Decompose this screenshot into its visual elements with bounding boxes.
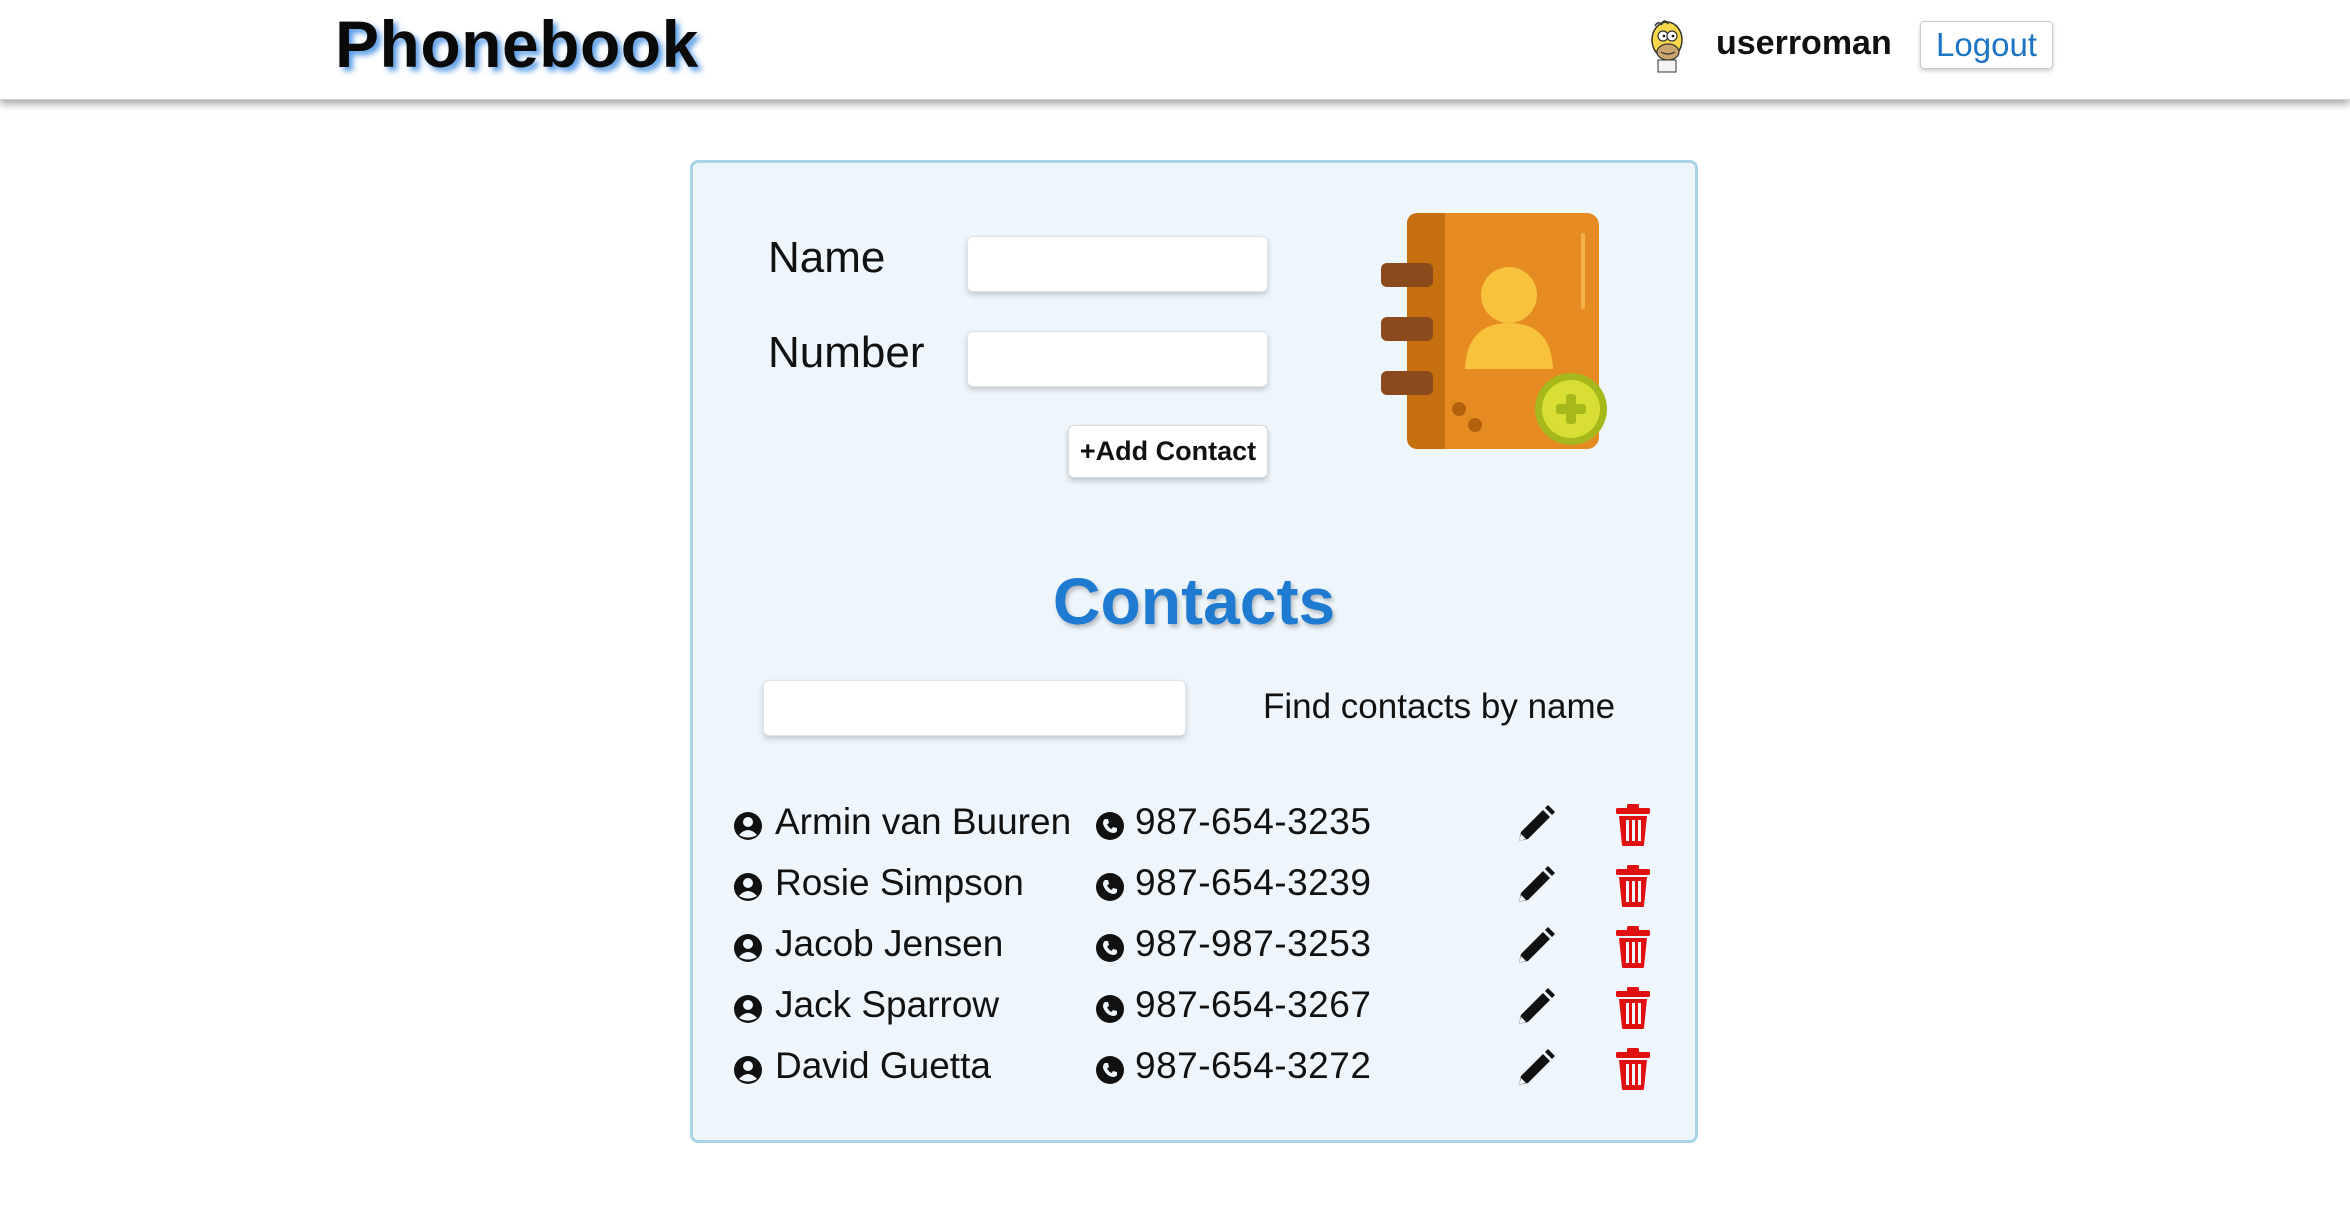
contact-row: Jack Sparrow 987-654-3267 [693,982,1695,1042]
name-label: Name [768,233,886,282]
pencil-edit-icon[interactable] [1513,1047,1557,1091]
contact-number: 987-654-3267 [1135,984,1372,1025]
filter-input[interactable] [763,680,1186,736]
contact-name: Armin van Buuren [775,801,1072,842]
homer-avatar-icon [1651,20,1683,73]
trash-delete-icon[interactable] [1615,864,1651,908]
contact-row: Armin van Buuren 987-654-3235 [693,799,1695,859]
filter-label: Find contacts by name [1263,687,1616,726]
pencil-edit-icon[interactable] [1513,986,1557,1030]
pencil-edit-icon[interactable] [1513,864,1557,908]
contacts-heading: Contacts [1052,564,1336,638]
phonebook-card: Name Number +Add Contact Contacts Find c… [690,160,1698,1143]
number-label: Number [768,328,925,377]
trash-delete-icon[interactable] [1615,925,1651,969]
trash-delete-icon[interactable] [1615,803,1651,847]
user-circle-icon [734,995,762,1023]
contact-name: Jacob Jensen [775,923,1004,964]
contact-name: Rosie Simpson [775,862,1024,903]
contact-number: 987-654-3235 [1135,801,1372,842]
phone-icon [1096,995,1124,1023]
pencil-edit-icon[interactable] [1513,803,1557,847]
app-header: Phonebook userroman Logout [0,0,2350,100]
trash-delete-icon[interactable] [1615,1047,1651,1091]
contact-name: David Guetta [775,1045,991,1086]
phone-icon [1096,934,1124,962]
contact-number: 987-654-3239 [1135,862,1372,903]
user-circle-icon [734,934,762,962]
address-book-add-icon [1381,213,1607,449]
name-input[interactable] [967,236,1268,292]
pencil-edit-icon[interactable] [1513,925,1557,969]
app-brand-title: Phonebook [335,7,699,81]
contact-number: 987-654-3272 [1135,1045,1372,1086]
username: userroman [1716,24,1892,62]
trash-delete-icon[interactable] [1615,986,1651,1030]
user-circle-icon [734,1056,762,1084]
contact-number: 987-987-3253 [1135,923,1372,964]
phone-icon [1096,812,1124,840]
contact-row: Rosie Simpson 987-654-3239 [693,860,1695,920]
logout-button[interactable]: Logout [1920,21,2053,69]
contact-name: Jack Sparrow [775,984,1000,1025]
contact-row: Jacob Jensen 987-987-3253 [693,921,1695,981]
phone-icon [1096,873,1124,901]
user-circle-icon [734,812,762,840]
contact-row: David Guetta 987-654-3272 [693,1043,1695,1103]
add-contact-button[interactable]: +Add Contact [1068,425,1268,478]
phone-icon [1096,1056,1124,1084]
user-circle-icon [734,873,762,901]
number-input[interactable] [967,331,1268,387]
